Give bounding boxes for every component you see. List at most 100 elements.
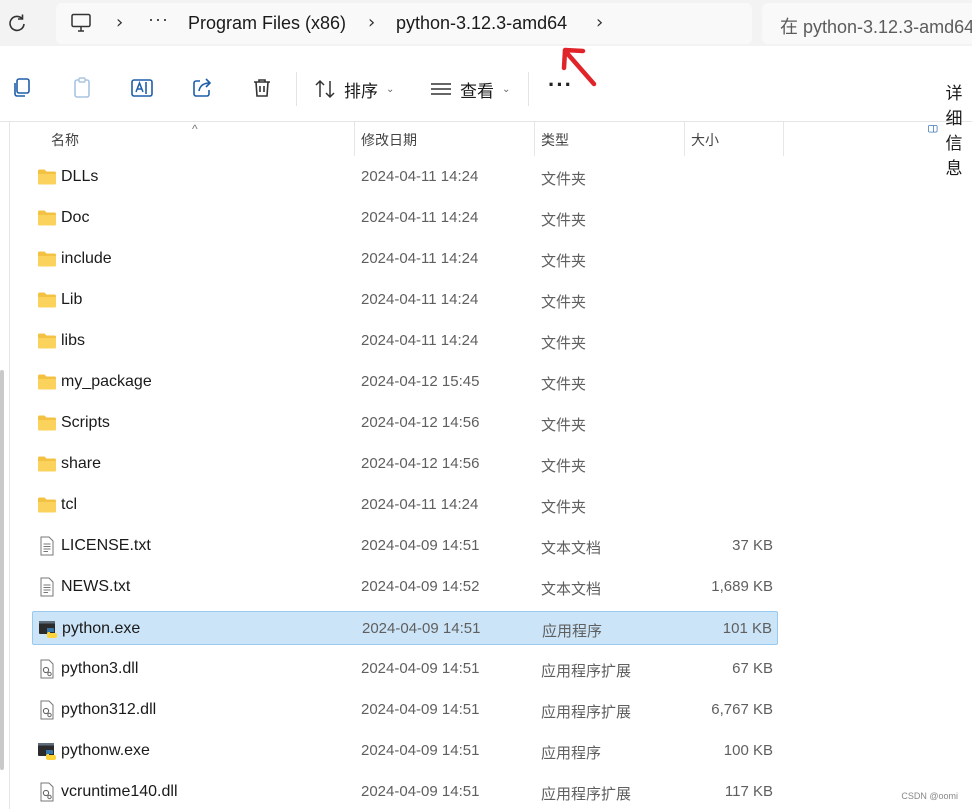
file-name: DLLs: [61, 168, 99, 185]
column-header-row: ^ 名称 修改日期 类型 大小: [0, 122, 972, 156]
file-name: Lib: [61, 291, 83, 308]
file-name: python312.dll: [61, 701, 157, 718]
navigation-pane-scrollbar[interactable]: [0, 370, 4, 770]
file-modified-date: 2024-04-12 15:45: [361, 373, 480, 390]
file-name: Scripts: [61, 414, 110, 431]
file-row[interactable]: Lib 2024-04-11 14:24 文件夹: [32, 283, 778, 317]
folder-icon: [37, 495, 57, 515]
folder-icon: [37, 372, 57, 392]
file-name: include: [61, 250, 112, 267]
file-row[interactable]: DLLs 2024-04-11 14:24 文件夹: [32, 160, 778, 194]
search-placeholder: 在 python-3.12.3-amd64 中搜索: [780, 17, 972, 37]
text-file-icon: [37, 577, 57, 597]
python-exe-icon: [37, 741, 57, 761]
file-row[interactable]: NEWS.txt 2024-04-09 14:52 文本文档 1,689 KB: [32, 570, 778, 604]
column-header-size[interactable]: 大小: [691, 130, 719, 150]
file-type: 文件夹: [541, 458, 587, 475]
copy-icon[interactable]: [10, 76, 34, 100]
file-type: 文件夹: [541, 212, 587, 229]
folder-icon: [37, 290, 57, 310]
file-type: 应用程序扩展: [541, 704, 632, 721]
file-row[interactable]: python3.dll 2024-04-09 14:51 应用程序扩展 67 KB: [32, 652, 778, 686]
file-row[interactable]: pythonw.exe 2024-04-09 14:51 应用程序 100 KB: [32, 734, 778, 768]
file-row[interactable]: Doc 2024-04-11 14:24 文件夹: [32, 201, 778, 235]
file-modified-date: 2024-04-11 14:24: [361, 250, 479, 267]
file-modified-date: 2024-04-09 14:51: [361, 701, 480, 718]
file-row[interactable]: tcl 2024-04-11 14:24 文件夹: [32, 488, 778, 522]
file-modified-date: 2024-04-12 14:56: [361, 455, 480, 472]
column-divider[interactable]: [354, 122, 355, 156]
breadcrumb-program-files[interactable]: Program Files (x86): [188, 13, 346, 34]
file-row[interactable]: Scripts 2024-04-12 14:56 文件夹: [32, 406, 778, 440]
file-type: 应用程序: [541, 745, 602, 762]
annotation-arrow-icon: [561, 47, 597, 87]
breadcrumb-overflow-button[interactable]: ···: [148, 9, 169, 30]
file-type: 文件夹: [541, 417, 587, 434]
file-row[interactable]: vcruntime140.dll 2024-04-09 14:51 应用程序扩展 11…: [32, 775, 778, 809]
file-name: LICENSE.txt: [61, 537, 151, 554]
command-bar: 排序 ⌄ 查看 ⌄ ··· 详细信息: [0, 46, 972, 178]
sort-button[interactable]: 排序 ⌄: [314, 78, 394, 101]
column-header-name[interactable]: 名称: [51, 130, 79, 150]
python-exe-icon: [38, 619, 58, 639]
toolbar-divider: [528, 72, 529, 106]
file-size: 1,689 KB: [711, 578, 773, 595]
paste-icon[interactable]: [70, 76, 94, 100]
file-name: Doc: [61, 209, 90, 226]
column-header-type[interactable]: 类型: [541, 130, 569, 150]
refresh-icon[interactable]: [6, 12, 28, 34]
share-icon[interactable]: [190, 76, 214, 100]
file-type: 文件夹: [541, 376, 587, 393]
file-modified-date: 2024-04-11 14:24: [361, 209, 479, 226]
file-name: NEWS.txt: [61, 578, 131, 595]
dll-file-icon: [37, 700, 57, 720]
column-divider[interactable]: [684, 122, 685, 156]
file-name: my_package: [61, 373, 152, 390]
chevron-right-icon[interactable]: ›: [116, 12, 123, 33]
file-modified-date: 2024-04-09 14:51: [362, 620, 481, 637]
sort-label: 排序: [344, 81, 378, 101]
file-modified-date: 2024-04-11 14:24: [361, 332, 479, 349]
file-row[interactable]: my_package 2024-04-12 15:45 文件夹: [32, 365, 778, 399]
file-type: 文件夹: [541, 294, 587, 311]
file-type: 应用程序扩展: [541, 663, 632, 680]
address-bar-row: › ··· Program Files (x86) › python-3.12.…: [0, 0, 972, 46]
file-row[interactable]: python312.dll 2024-04-09 14:51 应用程序扩展 6,767…: [32, 693, 778, 727]
file-modified-date: 2024-04-11 14:24: [361, 168, 479, 185]
file-row[interactable]: python.exe 2024-04-09 14:51 应用程序 101 KB: [32, 611, 778, 645]
column-divider[interactable]: [534, 122, 535, 156]
rename-icon[interactable]: [130, 76, 154, 100]
file-modified-date: 2024-04-09 14:51: [361, 742, 480, 759]
view-button[interactable]: 查看 ⌄: [430, 78, 510, 101]
view-icon: [431, 83, 451, 95]
file-type: 文本文档: [541, 581, 602, 598]
file-row[interactable]: include 2024-04-11 14:24 文件夹: [32, 242, 778, 276]
file-type: 应用程序扩展: [541, 786, 632, 803]
file-size: 100 KB: [723, 742, 773, 759]
breadcrumb[interactable]: › ··· Program Files (x86) › python-3.12.…: [56, 3, 752, 44]
column-divider[interactable]: [783, 122, 784, 156]
file-size: 117 KB: [724, 783, 773, 800]
chevron-right-icon[interactable]: ›: [368, 12, 375, 33]
file-name: vcruntime140.dll: [61, 783, 178, 800]
search-input[interactable]: 在 python-3.12.3-amd64 中搜索: [762, 3, 972, 44]
file-modified-date: 2024-04-09 14:51: [361, 660, 480, 677]
file-modified-date: 2024-04-11 14:24: [361, 496, 479, 513]
computer-icon[interactable]: [70, 13, 92, 33]
column-header-modified[interactable]: 修改日期: [361, 130, 417, 150]
file-row[interactable]: share 2024-04-12 14:56 文件夹: [32, 447, 778, 481]
file-row[interactable]: libs 2024-04-11 14:24 文件夹: [32, 324, 778, 358]
file-modified-date: 2024-04-11 14:24: [361, 291, 479, 308]
file-row[interactable]: LICENSE.txt 2024-04-09 14:51 文本文档 37 KB: [32, 529, 778, 563]
file-name: python.exe: [62, 620, 141, 637]
file-modified-date: 2024-04-09 14:51: [361, 537, 480, 554]
file-modified-date: 2024-04-09 14:51: [361, 783, 480, 800]
chevron-right-icon[interactable]: ›: [596, 12, 603, 33]
delete-icon[interactable]: [250, 76, 274, 100]
file-type: 文件夹: [541, 499, 587, 516]
breadcrumb-python-folder[interactable]: python-3.12.3-amd64: [396, 13, 567, 34]
watermark: CSDN @oomi: [901, 791, 958, 801]
folder-icon: [37, 249, 57, 269]
file-name: libs: [61, 332, 86, 349]
dll-file-icon: [37, 659, 57, 679]
